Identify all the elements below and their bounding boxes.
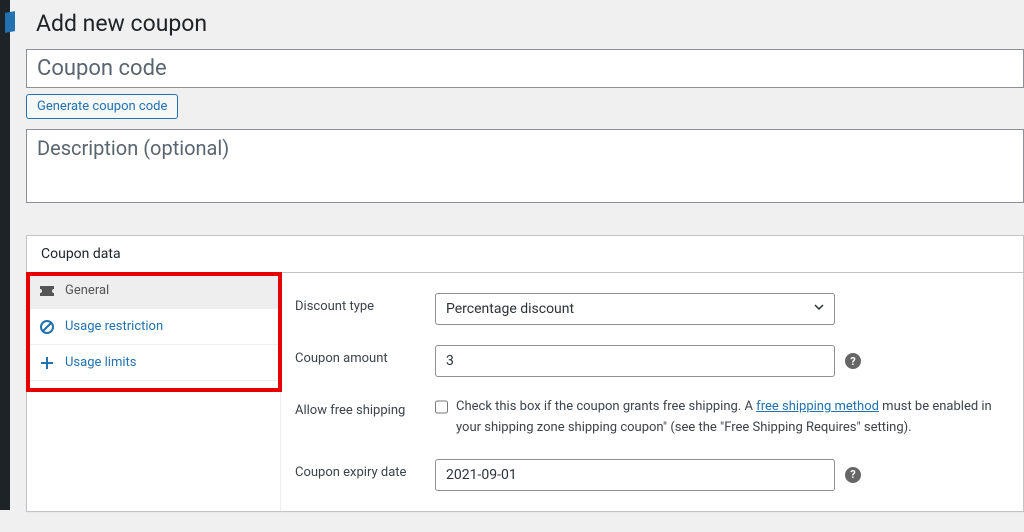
coupon-data-tabs: General Usage restriction Usage limits (27, 273, 281, 511)
admin-sidebar-indicator (5, 11, 15, 33)
discount-type-select[interactable]: Percentage discount (435, 293, 835, 325)
no-entry-icon (39, 320, 55, 334)
coupon-data-metabox: Coupon data General Usage restriction (26, 235, 1024, 512)
free-shipping-label: Allow free shipping (295, 397, 435, 418)
tab-general-label: General (65, 283, 109, 298)
tab-general[interactable]: General (27, 273, 280, 309)
page-title: Add new coupon (26, 10, 1024, 49)
tab-usage-limits[interactable]: Usage limits (27, 345, 280, 381)
tab-usage-restriction[interactable]: Usage restriction (27, 309, 280, 345)
free-shipping-method-link[interactable]: free shipping method (756, 399, 879, 414)
tab-usage-restriction-label: Usage restriction (65, 319, 163, 334)
ticket-icon (39, 286, 55, 296)
coupon-expiry-input[interactable] (435, 459, 835, 491)
help-icon[interactable]: ? (845, 353, 861, 369)
description-input[interactable] (26, 129, 1024, 203)
generate-coupon-code-button[interactable]: Generate coupon code (26, 94, 178, 119)
coupon-amount-label: Coupon amount (295, 345, 435, 366)
coupon-amount-input[interactable] (435, 345, 835, 377)
free-shipping-checkbox[interactable] (435, 399, 448, 415)
coupon-code-input[interactable] (26, 49, 1024, 88)
help-icon[interactable]: ? (845, 467, 861, 483)
tab-usage-limits-label: Usage limits (65, 355, 136, 370)
expiry-label: Coupon expiry date (295, 459, 435, 480)
plus-icon (39, 357, 55, 369)
discount-type-label: Discount type (295, 293, 435, 314)
metabox-title: Coupon data (27, 236, 1023, 273)
panel-general: Discount type Percentage discount (281, 273, 1023, 511)
free-shipping-description: Check this box if the coupon grants free… (456, 397, 1009, 439)
admin-sidebar-collapsed (0, 0, 10, 510)
